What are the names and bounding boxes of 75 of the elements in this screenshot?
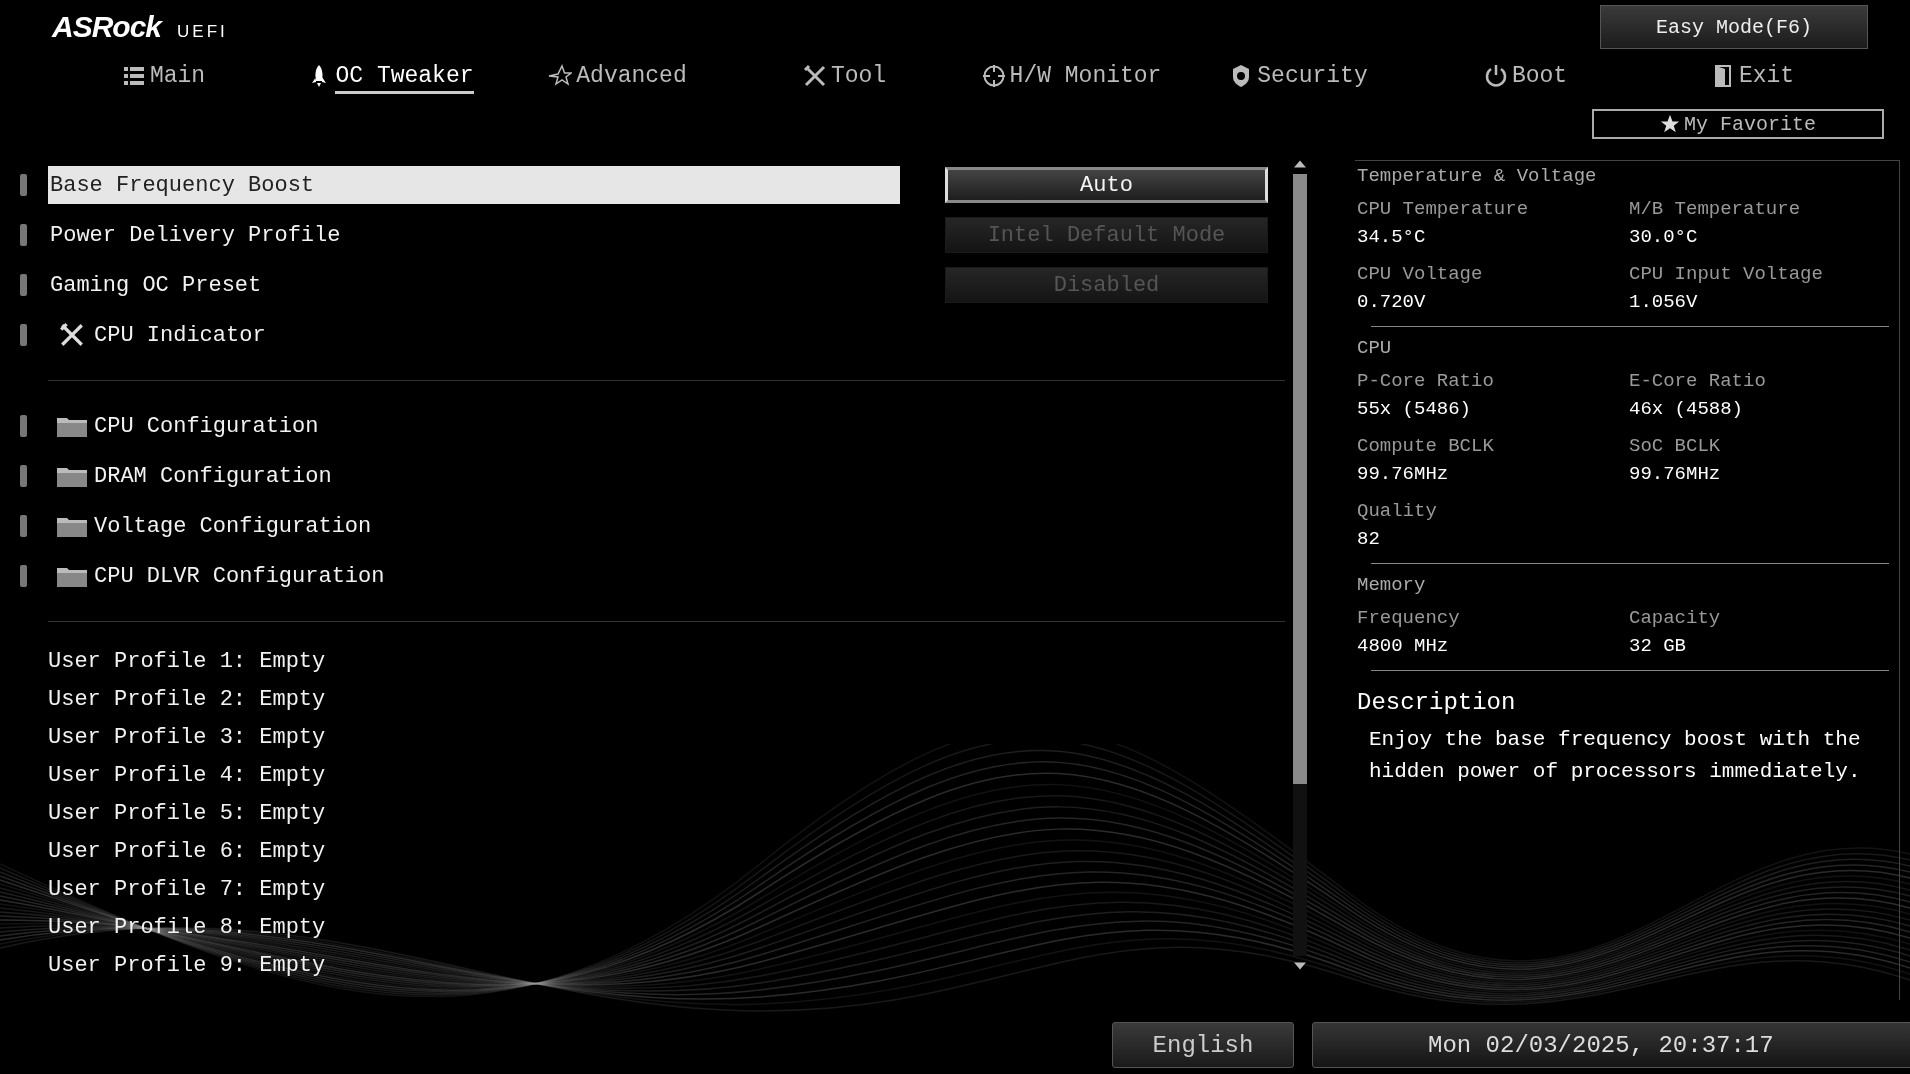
section-title: Memory [1357, 574, 1427, 596]
setting-label[interactable]: Base Frequency Boost [48, 166, 900, 204]
submenu-item[interactable]: Voltage Configuration [94, 513, 372, 539]
item-marker [20, 324, 27, 346]
scroll-thumb[interactable] [1293, 174, 1307, 784]
nav-tab[interactable]: H/W Monitor [958, 56, 1185, 96]
item-marker [20, 415, 27, 437]
user-profile-item[interactable]: User Profile 6: Empty [48, 832, 326, 870]
tools-icon [802, 64, 827, 88]
field-value: 46x (4588) [1629, 397, 1745, 422]
field-label: Frequency [1357, 606, 1461, 631]
section-title: Temperature & Voltage [1357, 165, 1598, 187]
user-profile-item[interactable]: User Profile 1: Empty [48, 642, 326, 680]
nav-tab[interactable]: Tool [731, 56, 958, 96]
nav-tab[interactable]: Advanced [504, 56, 731, 96]
scrollbar[interactable] [1290, 160, 1310, 970]
date-time: Mon 02/03/2025, 20:37:17 [1312, 1022, 1910, 1068]
field-label: CPU Voltage [1357, 262, 1484, 287]
power-icon [1483, 64, 1508, 88]
easy-mode-button[interactable]: Easy Mode(F6) [1600, 5, 1868, 49]
user-profile-item[interactable]: User Profile 7: Empty [48, 870, 326, 908]
field-value: 1.056V [1629, 290, 1699, 315]
product-label: UEFI [177, 22, 228, 42]
user-profile-item[interactable]: User Profile 3: Empty [48, 718, 326, 756]
submenu-item[interactable]: CPU Configuration [94, 413, 319, 439]
list-icon [121, 64, 146, 88]
item-marker [20, 515, 27, 537]
field-label: P-Core Ratio [1357, 369, 1495, 394]
description-title: Description [1357, 689, 1517, 716]
submenu-item[interactable]: DRAM Configuration [94, 463, 332, 489]
item-marker [20, 274, 27, 296]
field-value: 0.720V [1357, 290, 1427, 315]
user-profile-item[interactable]: User Profile 2: Empty [48, 680, 326, 718]
menu-item[interactable]: CPU Indicator [94, 322, 266, 348]
nav-tab[interactable]: Exit [1639, 56, 1866, 96]
item-marker [20, 224, 27, 246]
field-value: 4800 MHz [1357, 634, 1450, 659]
crosshair-icon [981, 64, 1006, 88]
field-value: 32 GB [1629, 634, 1687, 659]
star-icon [548, 64, 573, 88]
my-favorite-button[interactable]: My Favorite [1592, 109, 1884, 139]
language-button[interactable]: English [1112, 1022, 1294, 1068]
submenu-item[interactable]: CPU DLVR Configuration [94, 563, 385, 589]
item-marker [20, 565, 27, 587]
field-label: E-Core Ratio [1629, 369, 1767, 394]
field-value: 55x (5486) [1357, 397, 1473, 422]
field-label: Compute BCLK [1357, 434, 1495, 459]
user-profile-item[interactable]: User Profile 4: Empty [48, 756, 326, 794]
nav-tab[interactable]: Main [50, 56, 277, 96]
field-value: 99.76MHz [1629, 462, 1722, 487]
field-value: 30.0°C [1629, 225, 1699, 250]
field-label: SoC BCLK [1629, 434, 1722, 459]
field-value: 34.5°C [1357, 225, 1427, 250]
field-label: CPU Input Voltage [1629, 262, 1824, 287]
field-value: 99.76MHz [1357, 462, 1450, 487]
field-label: Quality [1357, 499, 1438, 524]
field-label: CPU Temperature [1357, 197, 1530, 222]
user-profile-item[interactable]: User Profile 5: Empty [48, 794, 326, 832]
brand-logo: ASRock [52, 10, 162, 44]
item-marker [20, 465, 27, 487]
user-profile-item[interactable]: User Profile 8: Empty [48, 908, 326, 946]
nav-tab[interactable]: Boot [1412, 56, 1639, 96]
star-icon [1660, 114, 1680, 134]
nav-tab[interactable]: Security [1185, 56, 1412, 96]
nav-tab[interactable]: OC Tweaker [277, 56, 504, 96]
item-marker [20, 174, 27, 196]
field-label: M/B Temperature [1629, 197, 1802, 222]
field-value: 82 [1357, 527, 1381, 552]
user-profile-item[interactable]: User Profile 9: Empty [48, 946, 326, 984]
section-title: CPU [1357, 337, 1393, 359]
scroll-down-icon[interactable] [1294, 962, 1306, 970]
description-text: Enjoy the base frequency boost with the hidden power of processors immediately. [1369, 727, 1862, 785]
scroll-up-icon[interactable] [1294, 160, 1306, 168]
setting-value-button[interactable]: Auto [945, 167, 1268, 203]
field-label: Capacity [1629, 606, 1722, 631]
